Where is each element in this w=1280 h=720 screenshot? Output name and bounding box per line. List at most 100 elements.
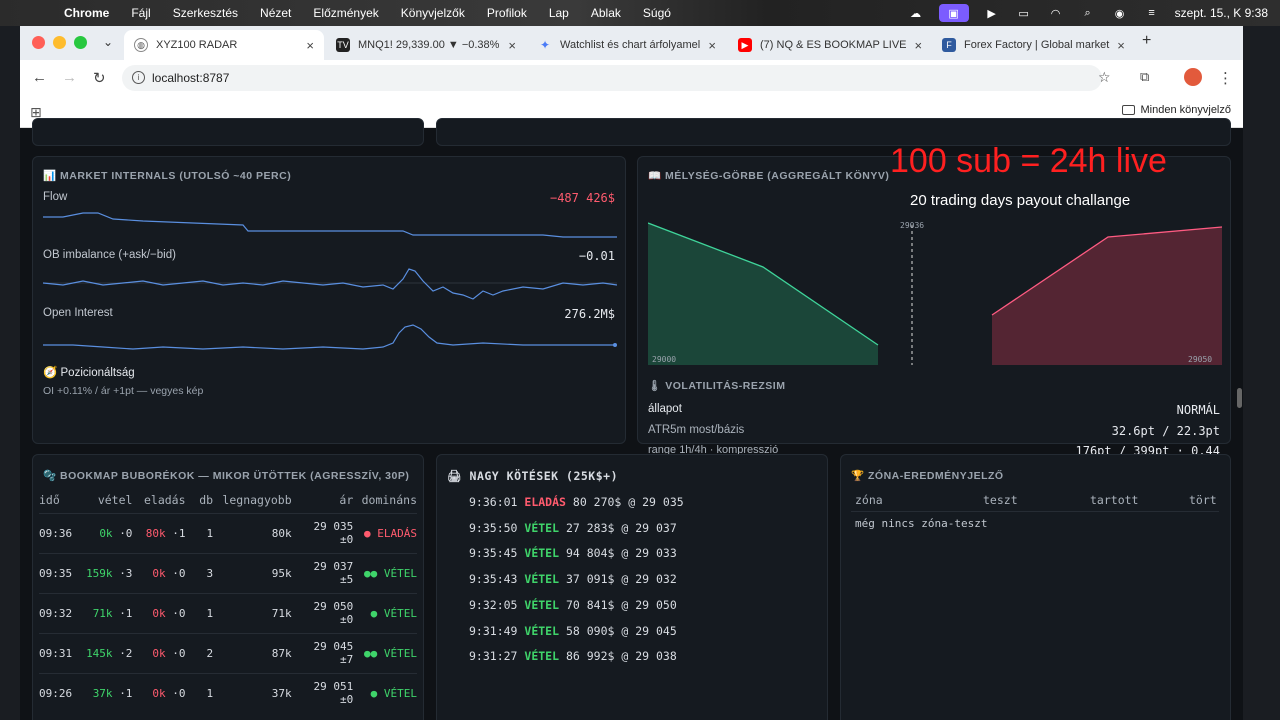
atr-value: 32.6pt / 22.3pt [1111,424,1220,438]
battery-icon[interactable]: ▭ [1015,6,1033,20]
menu-clock[interactable]: szept. 15., K 9:38 [1175,6,1268,20]
bubble-time: 09:26 [39,672,86,713]
big-trades-panel: 🖨 NAGY KÖTÉSEK (25K$+) 9:36:01 ELADÁS 80… [436,454,828,720]
menu-tab[interactable]: Lap [549,6,569,20]
minimize-window-button[interactable] [53,36,66,49]
tab-watchlist[interactable]: ✦ Watchlist és chart árfolyamel × [528,30,726,60]
tab-search-chevron-icon[interactable]: ⌄ [103,35,113,49]
close-tab-icon[interactable]: × [700,38,716,53]
table-row: 09:36 0k ·0 80k ·1 1 80k 29 035 ±0 ● ELADÁS [39,512,417,553]
siri-icon[interactable]: ◉ [1111,6,1129,20]
menu-history[interactable]: Előzmények [313,6,378,20]
more-menu-icon[interactable]: ⋮ [1218,69,1233,87]
tab-label: XYZ100 RADAR [156,39,238,51]
atr-label: ATR5m most/bázis [648,424,745,436]
forward-arrow-icon[interactable]: → [62,69,77,86]
positioning-label: 🧭 Pozicionáltság [43,367,135,379]
depth-left-tick: 29000 [652,355,677,364]
zones-empty-message: még nincs zóna-teszt [855,517,988,530]
close-tab-icon[interactable]: × [907,38,923,53]
tab-xyz100-radar[interactable]: ◍ XYZ100 RADAR × [124,30,324,60]
stream-overlay-subline: 20 trading days payout challange [910,192,1131,209]
bubble-buy: 145k ·2 [85,632,133,673]
cloud-icon[interactable]: ☁ [907,6,925,20]
tab-label: MNQ1! 29,339.00 ▼ −0.38% [358,39,500,51]
col-count: db [199,492,214,507]
extensions-puzzle-icon[interactable]: ⧉ [1140,69,1149,85]
col-sell: eladás [143,492,186,507]
menu-window[interactable]: Ablak [591,6,621,20]
list-item: 9:35:45 VÉTEL 94 804$ @ 29 033 [469,546,677,561]
profile-avatar[interactable] [1184,68,1202,86]
bubble-price: 29 050 ±0 [291,592,354,633]
bubble-sell: 0k ·0 [132,552,186,593]
table-row: 09:32 71k ·1 0k ·0 1 71k 29 050 ±0 ● VÉTEL [39,592,417,633]
menu-profiles[interactable]: Profilok [487,6,527,20]
menu-edit[interactable]: Szerkesztés [173,6,238,20]
menu-view[interactable]: Nézet [260,6,291,20]
control-center-icon[interactable]: ≡ [1143,6,1161,20]
zones-header-zone: zóna [855,493,883,507]
bubble-sell: 0k ·0 [132,632,186,673]
menu-bookmarks[interactable]: Könyvjelzők [401,6,465,20]
trades-title: 🖨 NAGY KÖTÉSEK (25K$+) [447,469,618,483]
all-bookmarks-button[interactable]: Minden könyvjelző [1121,104,1231,116]
screen-record-icon[interactable]: ▣ [938,4,969,22]
bubble-largest: 71k [213,592,292,633]
address-bar[interactable]: i localhost:8787 [122,65,1102,91]
menu-file[interactable]: Fájl [131,6,150,20]
bubble-time: 09:36 [39,512,86,553]
open-interest-label: Open Interest [43,307,113,319]
table-row: 09:35 159k ·3 0k ·0 3 95k 29 037 ±5 ●● VÉTEL [39,552,417,593]
flow-value: −487 426$ [549,191,615,205]
close-tab-icon[interactable]: × [1109,38,1125,53]
volatility-title: 🌡 VOLATILITÁS-REZSIM [648,380,786,392]
radar-dashboard: 📊 MARKET INTERNALS (UTOLSÓ ~40 PERC) Flo… [20,118,1243,720]
depth-mid-tick: 29036 [900,221,925,230]
window-controls [32,36,87,49]
play-icon[interactable]: ▶ [983,6,1001,20]
bubble-count: 1 [185,512,214,553]
youtube-icon: ▶ [738,38,752,52]
globe-icon: ◍ [134,38,148,52]
zone-scoreboard-panel: 🏆 ZÓNA-EREDMÉNYJELZŐ zóna teszt tartott … [840,454,1231,720]
spotlight-search-icon[interactable]: ⌕ [1079,6,1097,20]
list-item: 9:32:05 VÉTEL 70 841$ @ 29 050 [469,597,677,612]
tab-forex-factory[interactable]: F Forex Factory | Global market × [932,30,1132,60]
depth-curve-chart [648,222,1222,365]
close-window-button[interactable] [32,36,45,49]
bubble-price: 29 051 ±0 [291,672,354,713]
tab-youtube-bookmap[interactable]: ▶ (7) NQ & ES BOOKMAP LIVE × [728,30,926,60]
close-tab-icon[interactable]: × [298,38,314,53]
bubble-dominant: ● VÉTEL [353,592,417,633]
bookmark-star-icon[interactable]: ☆ [1098,69,1111,86]
bubble-buy: 0k ·0 [85,512,133,553]
bubble-dominant: ●● VÉTEL [353,552,417,593]
page-scrollbar[interactable] [1237,388,1242,408]
list-item: 9:35:50 VÉTEL 27 283$ @ 29 037 [469,520,677,535]
bubble-largest: 87k [213,632,292,673]
wifi-icon[interactable]: ◠ [1047,6,1065,20]
list-item: 9:36:01 ELADÁS 80 270$ @ 29 035 [469,495,684,509]
bubble-sell: 80k ·1 [132,512,186,553]
site-info-icon[interactable]: i [132,71,145,84]
reload-icon[interactable]: ↻ [93,69,106,87]
bubble-sell: 0k ·0 [132,672,186,713]
menu-app-name[interactable]: Chrome [64,6,109,20]
back-arrow-icon[interactable]: ← [32,69,47,86]
list-item: 9:31:49 VÉTEL 58 090$ @ 29 045 [469,623,677,638]
open-interest-sparkline [43,324,617,350]
close-tab-icon[interactable]: × [500,38,516,53]
tab-mnq[interactable]: TV MNQ1! 29,339.00 ▼ −0.38% × [326,30,526,60]
zones-header-broken: tört [1189,493,1217,507]
new-tab-plus-icon[interactable]: + [1142,32,1151,50]
mac-menu-bar: Chrome Fájl Szerkesztés Nézet Előzmények… [0,0,1280,26]
zoom-window-button[interactable] [74,36,87,49]
previous-panel-left [32,118,424,146]
tab-strip: ⌄ ◍ XYZ100 RADAR × TV MNQ1! 29,339.00 ▼ … [20,26,1243,60]
menu-help[interactable]: Súgó [643,6,671,20]
market-internals-title: 📊 MARKET INTERNALS (UTOLSÓ ~40 PERC) [43,170,292,182]
positioning-description: OI +0.11% / ár +1pt — vegyes kép [43,385,204,397]
bubble-count: 2 [185,632,214,673]
bubble-time: 09:35 [39,552,86,593]
